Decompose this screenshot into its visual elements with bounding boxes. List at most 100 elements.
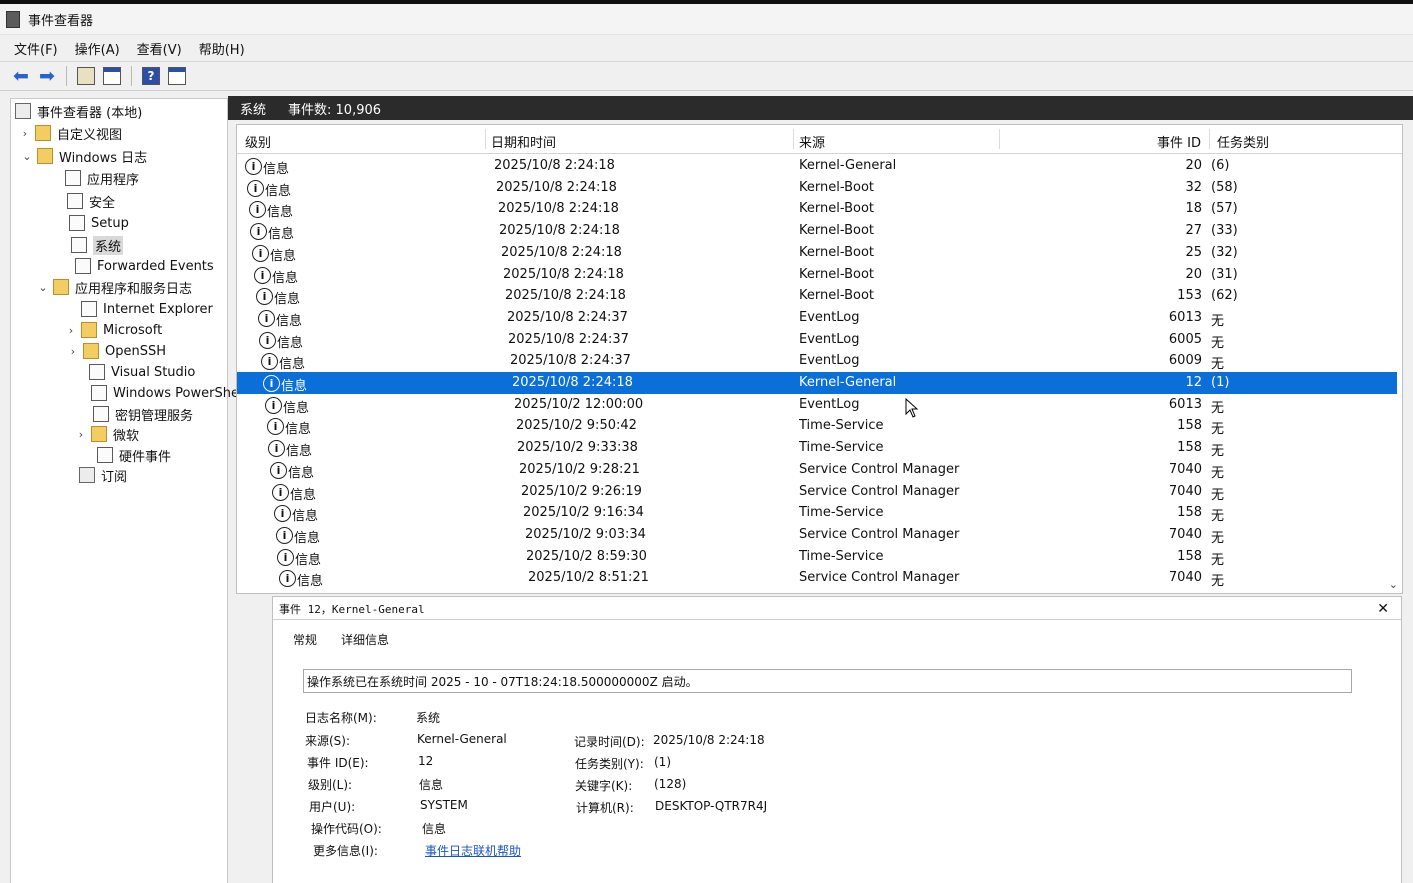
folder-icon: [81, 322, 97, 338]
cell-event-id: 7040: [1168, 483, 1202, 499]
tree-item-application[interactable]: 应用程序: [65, 168, 139, 188]
table-row[interactable]: i 信息 2025/10/2 8:51:21 Service Control Mana…: [237, 567, 1397, 589]
column-divider[interactable]: [793, 129, 794, 149]
info-icon: i: [259, 331, 276, 349]
forward-arrow-icon[interactable]: ➡: [36, 65, 58, 87]
prop-value-computer: DESKTOP-QTR7R4J: [655, 799, 768, 813]
chevron-right-icon[interactable]: ›: [75, 428, 87, 441]
chevron-right-icon[interactable]: ›: [19, 127, 31, 140]
tree-item-setup[interactable]: Setup: [69, 213, 129, 233]
table-row[interactable]: i 信息 2025/10/8 2:24:18 Kernel-Boot 25 (32): [237, 242, 1397, 264]
table-row[interactable]: i 信息 2025/10/2 9:50:42 Time-Service 158 无: [237, 415, 1397, 437]
detail-divider: [273, 619, 1401, 620]
prop-value-task-category: (1): [654, 755, 671, 769]
table-row[interactable]: i 信息 2025/10/8 2:24:37 EventLog 6009 无: [237, 350, 1397, 372]
table-row[interactable]: i 信息 2025/10/8 2:24:18 Kernel-Boot 18 (57): [237, 198, 1397, 220]
info-icon: i: [247, 179, 264, 197]
table-row[interactable]: i 信息 2025/10/8 2:24:18 Kernel-Boot 27 (33): [237, 220, 1397, 242]
table-row[interactable]: i 信息 2025/10/8 2:24:18 Kernel-Boot 32 (58): [237, 177, 1397, 199]
action-pane-icon[interactable]: [166, 65, 188, 87]
tree-item-forwarded-events[interactable]: Forwarded Events: [75, 256, 214, 276]
table-row[interactable]: i 信息 2025/10/2 12:00:00 EventLog 6013 无: [237, 394, 1397, 416]
menu-file[interactable]: 文件(F): [14, 39, 58, 58]
folder-icon: [37, 148, 53, 164]
column-divider[interactable]: [1209, 129, 1210, 149]
column-level[interactable]: 级别: [245, 132, 271, 151]
event-log-online-help-link[interactable]: 事件日志联机帮助: [425, 842, 521, 859]
tree-item-hardware-events[interactable]: 硬件事件: [97, 445, 171, 465]
log-icon: [65, 170, 81, 186]
scroll-down-icon[interactable]: ⌄: [1389, 578, 1398, 591]
cell-source: Time-Service: [799, 548, 884, 564]
help-icon[interactable]: ?: [140, 65, 162, 87]
tree-item-subscriptions[interactable]: 订阅: [79, 465, 127, 485]
cell-datetime: 2025/10/8 2:24:37: [507, 309, 628, 325]
chevron-right-icon[interactable]: ›: [67, 345, 79, 358]
table-row[interactable]: i 信息 2025/10/2 9:33:38 Time-Service 158 无: [237, 437, 1397, 459]
menu-action[interactable]: 操作(A): [75, 39, 120, 58]
cell-source: Time-Service: [799, 505, 884, 521]
table-row[interactable]: i 信息 2025/10/2 9:03:34 Service Control Mana…: [237, 524, 1397, 546]
table-row[interactable]: i 信息 2025/10/8 2:24:37 EventLog 6013 无: [237, 307, 1397, 329]
table-row[interactable]: i 信息 2025/10/2 8:59:30 Time-Service 158 无: [237, 546, 1397, 568]
table-row[interactable]: i 信息 2025/10/8 2:24:18 Kernel-General 20 (6): [237, 155, 1397, 177]
tree-item-key-management-service[interactable]: 密钥管理服务: [93, 404, 193, 424]
cell-task-category: (58): [1211, 179, 1238, 195]
column-event-id[interactable]: 事件 ID: [1157, 132, 1201, 151]
table-row[interactable]: i 信息 2025/10/8 2:24:18 Kernel-General 12 (1): [237, 372, 1397, 394]
table-row[interactable]: i 信息 2025/10/2 9:16:34 Time-Service 158 无: [237, 502, 1397, 524]
menu-view[interactable]: 查看(V): [137, 39, 182, 58]
cell-datetime: 2025/10/8 2:24:18: [501, 244, 622, 260]
cell-level: 信息: [268, 227, 295, 243]
chevron-right-icon[interactable]: ›: [65, 324, 77, 337]
cell-task-category: 无: [1211, 335, 1225, 351]
tree-item-app-service-logs[interactable]: ⌄ 应用程序和服务日志: [37, 277, 192, 297]
column-divider[interactable]: [485, 129, 486, 149]
tree-item-security[interactable]: 安全: [67, 191, 115, 211]
cell-event-id: 27: [1185, 223, 1202, 239]
tab-details[interactable]: 详细信息: [341, 631, 389, 648]
table-row[interactable]: i 信息 2025/10/8 2:24:18 Kernel-Boot 20 (31): [237, 264, 1397, 286]
up-folder-icon[interactable]: [75, 65, 97, 87]
tree-item-weiruan[interactable]: › 微软: [75, 424, 139, 444]
info-icon: i: [261, 353, 278, 371]
tab-general[interactable]: 常规: [293, 631, 317, 648]
cell-event-id: 32: [1185, 179, 1202, 195]
cell-event-id: 12: [1185, 375, 1202, 390]
show-hide-tree-icon[interactable]: [101, 65, 123, 87]
tree-item-openssh[interactable]: › OpenSSH: [67, 341, 166, 361]
cell-level: 信息: [294, 530, 321, 546]
column-source[interactable]: 来源: [799, 132, 825, 151]
tree-item-windows-logs[interactable]: ⌄ Windows 日志: [21, 146, 147, 166]
event-viewer-window: 事件查看器 文件(F) 操作(A) 查看(V) 帮助(H) ⬅ ➡ ? 事件查看…: [0, 4, 1413, 883]
tree-item-microsoft[interactable]: › Microsoft: [65, 320, 162, 340]
cell-source: EventLog: [799, 353, 860, 369]
table-row[interactable]: i 信息 2025/10/8 2:24:18 Kernel-Boot 153 (62): [237, 285, 1397, 307]
info-icon: i: [258, 309, 275, 327]
cell-task-category: 无: [1211, 444, 1225, 460]
table-row[interactable]: i 信息 2025/10/2 9:26:19 Service Control Mana…: [237, 481, 1397, 503]
tree-item-visual-studio[interactable]: Visual Studio: [89, 362, 195, 382]
detail-title: 事件 12，Kernel-General: [279, 603, 425, 616]
column-task-category[interactable]: 任务类别: [1217, 132, 1269, 151]
cell-datetime: 2025/10/2 9:03:34: [525, 526, 646, 542]
cell-datetime: 2025/10/2 9:50:42: [516, 418, 637, 434]
back-arrow-icon[interactable]: ⬅: [10, 65, 32, 87]
tree-item-system[interactable]: 系统: [71, 235, 124, 255]
column-divider[interactable]: [999, 129, 1000, 149]
tree-item-windows-powershell[interactable]: Windows PowerShell: [91, 383, 246, 403]
folder-icon: [35, 125, 51, 141]
close-icon[interactable]: ✕: [1377, 601, 1389, 617]
cell-level: 信息: [267, 205, 294, 221]
cell-task-category: 无: [1211, 400, 1225, 416]
menu-help[interactable]: 帮助(H): [199, 39, 245, 58]
tree-item-event-viewer-local[interactable]: 事件查看器 (本地): [15, 101, 142, 121]
column-datetime[interactable]: 日期和时间: [491, 132, 556, 151]
chevron-down-icon[interactable]: ⌄: [21, 150, 33, 163]
log-icon: [89, 364, 105, 380]
tree-item-custom-views[interactable]: › 自定义视图: [19, 123, 122, 143]
table-row[interactable]: i 信息 2025/10/2 9:28:21 Service Control Mana…: [237, 459, 1397, 481]
chevron-down-icon[interactable]: ⌄: [37, 281, 49, 294]
table-row[interactable]: i 信息 2025/10/8 2:24:37 EventLog 6005 无: [237, 329, 1397, 351]
tree-item-internet-explorer[interactable]: Internet Explorer: [81, 299, 213, 319]
